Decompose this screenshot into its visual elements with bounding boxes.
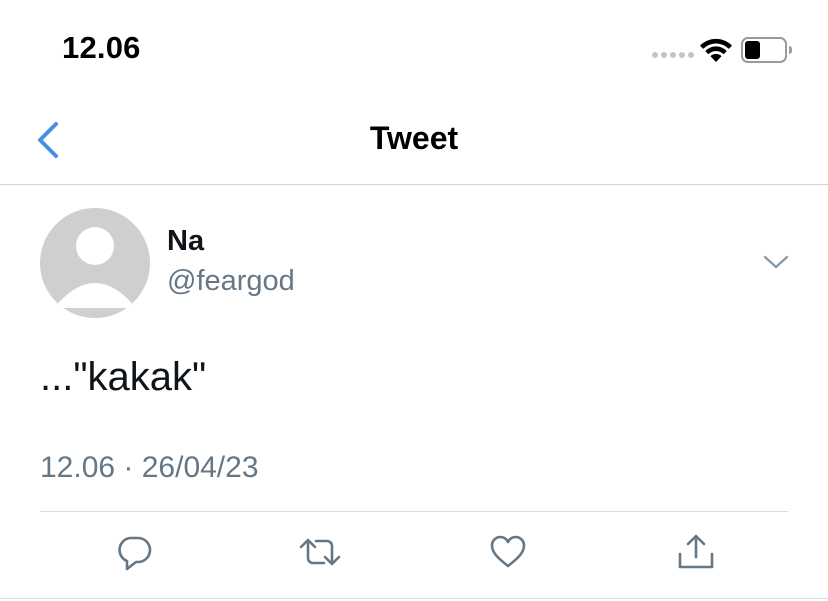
retweet-icon xyxy=(299,538,341,566)
page-title: Tweet xyxy=(369,120,459,156)
tweet-text: ..."kakak" xyxy=(40,355,207,399)
default-user-icon xyxy=(54,227,136,308)
divider xyxy=(40,511,788,512)
author-handle[interactable]: @feargod xyxy=(167,265,295,298)
avatar[interactable] xyxy=(40,208,150,318)
wifi-icon xyxy=(700,38,732,62)
reply-icon xyxy=(118,536,152,571)
chevron-down-icon[interactable] xyxy=(762,253,790,271)
divider xyxy=(0,598,828,599)
like-button[interactable] xyxy=(486,530,530,574)
reply-button[interactable] xyxy=(112,530,156,574)
retweet-button[interactable] xyxy=(298,530,342,574)
battery-icon xyxy=(741,37,792,63)
heart-icon xyxy=(490,535,526,568)
share-button[interactable] xyxy=(674,530,718,574)
share-icon xyxy=(678,534,714,569)
tweet-actions xyxy=(0,530,828,580)
tweet-timestamp: 12.06 · 26/04/23 xyxy=(40,451,259,484)
status-bar: 12.06 xyxy=(0,0,828,100)
cellular-signal-icon xyxy=(652,52,694,58)
navigation-bar: Tweet xyxy=(0,100,828,185)
status-time: 12.06 xyxy=(62,30,141,65)
author-name[interactable]: Na xyxy=(167,225,204,258)
